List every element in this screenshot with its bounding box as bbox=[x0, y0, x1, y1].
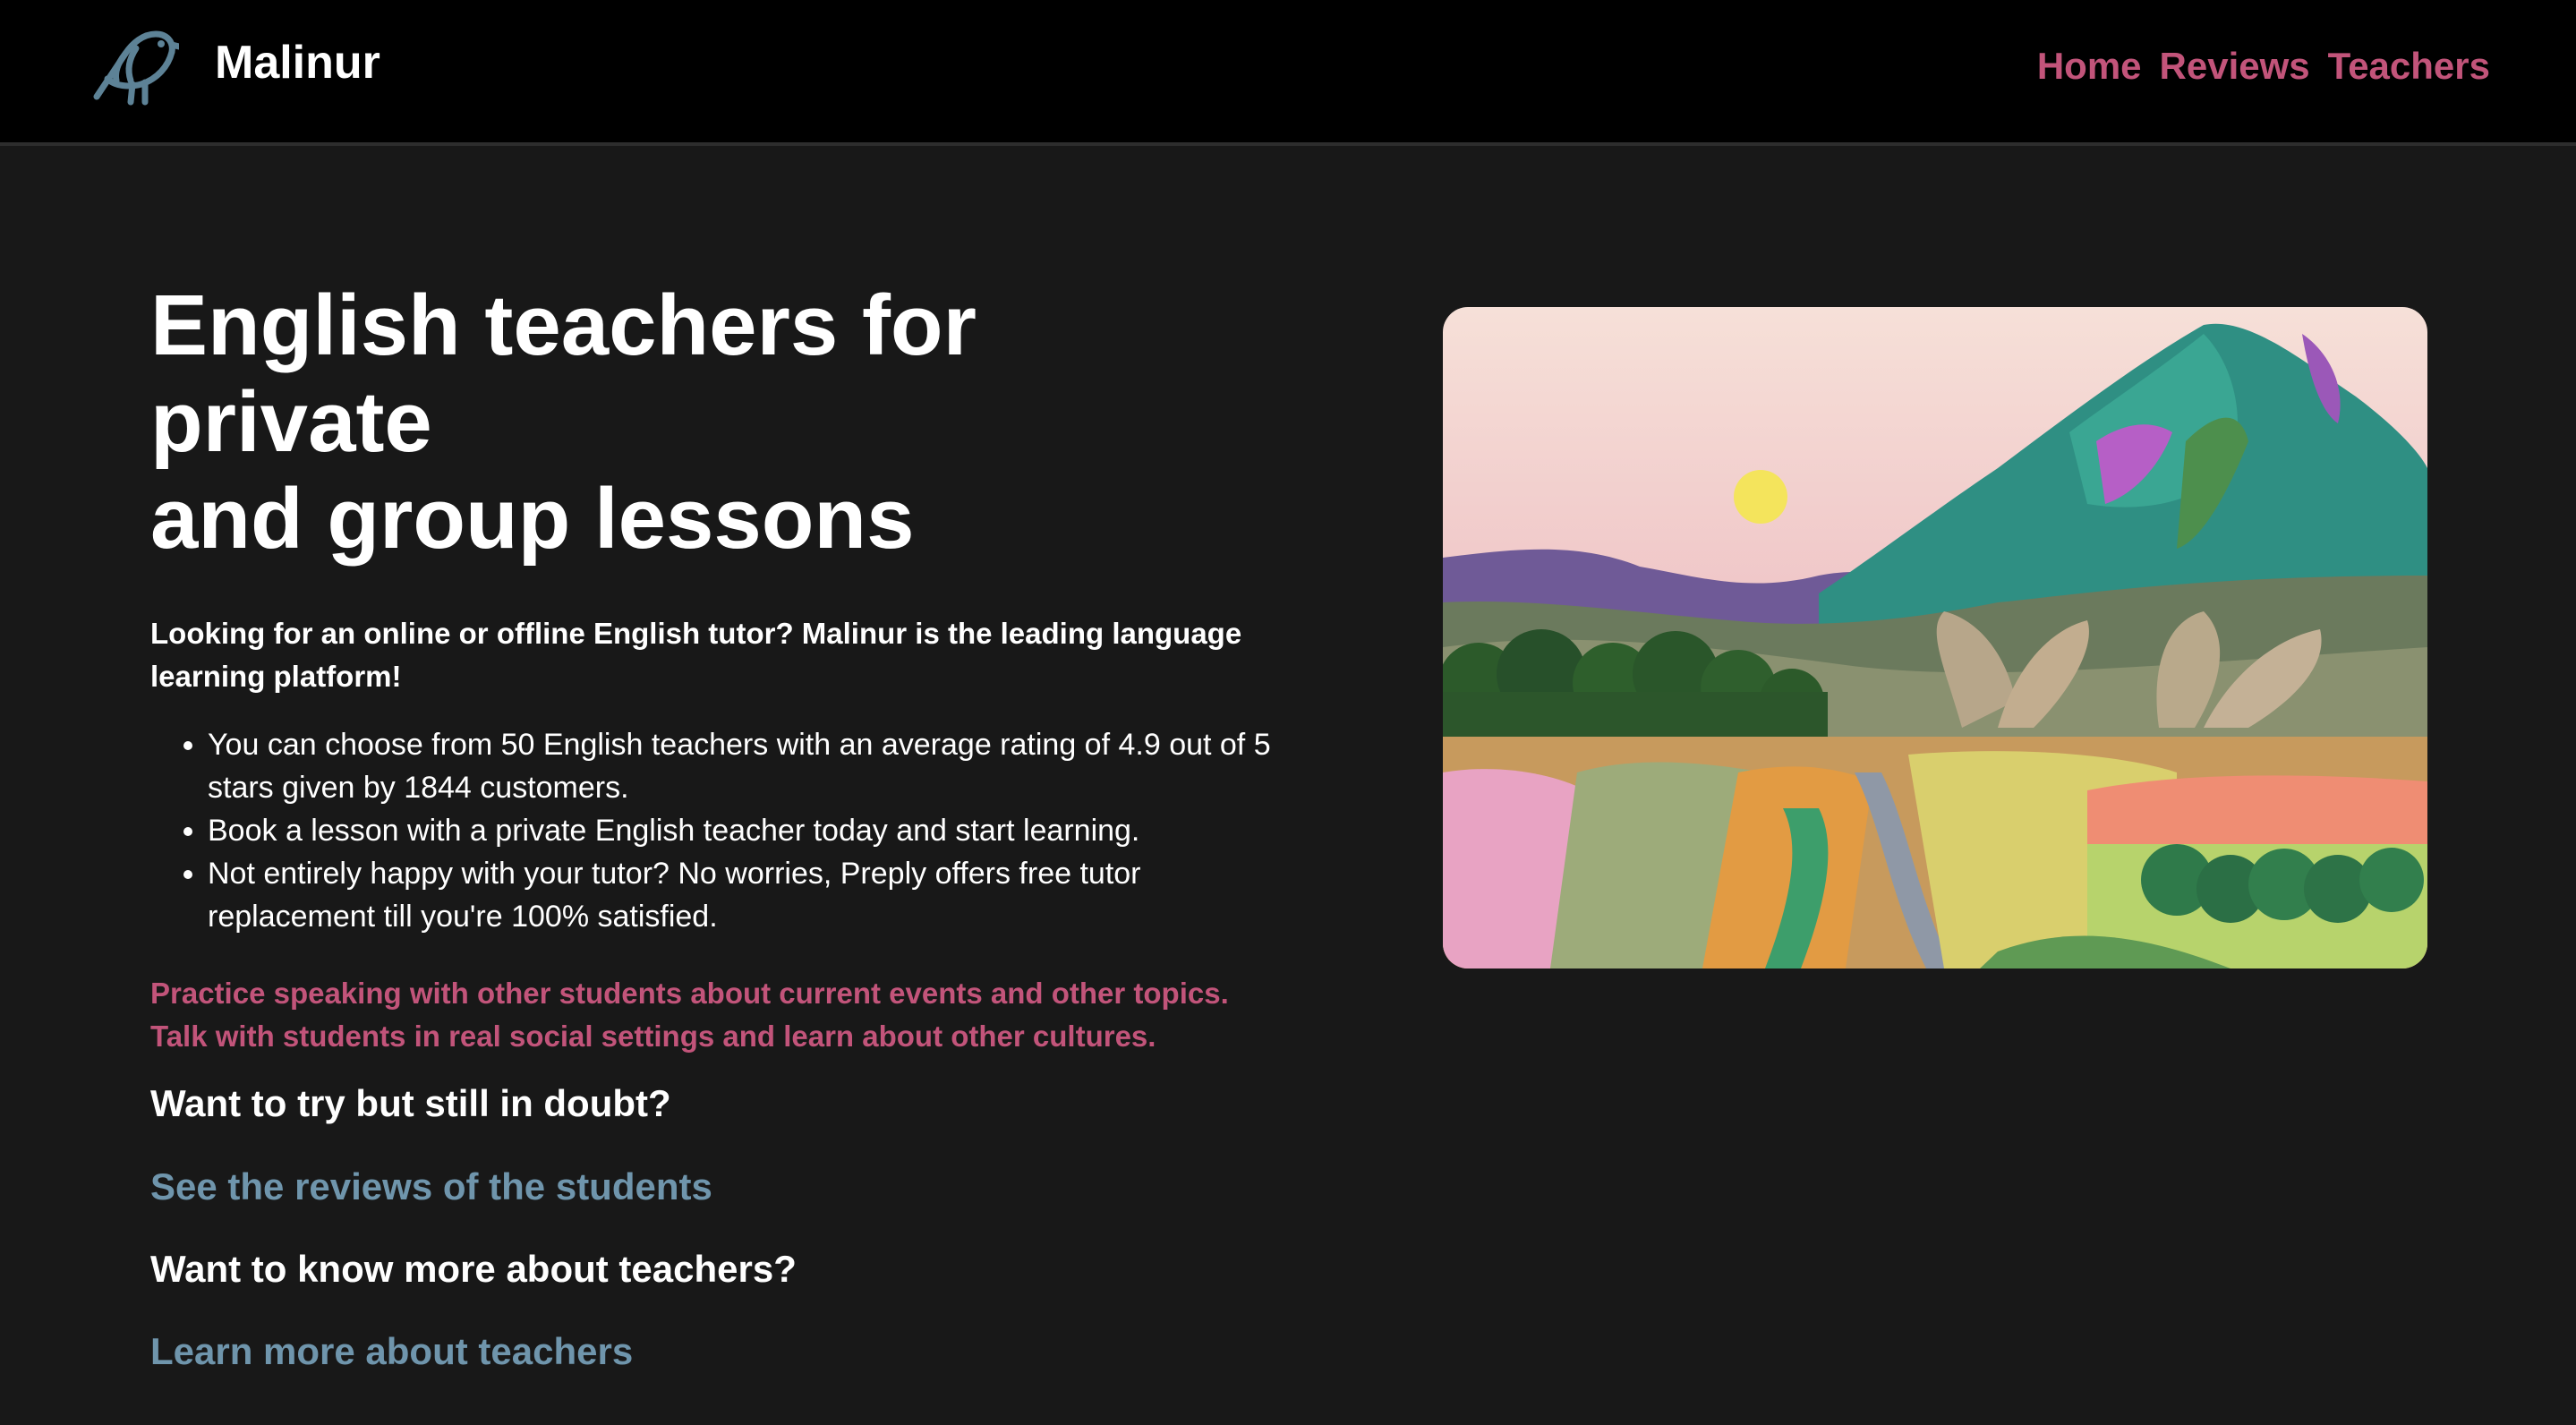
lead-paragraph: Looking for an online or offline English… bbox=[150, 617, 1242, 693]
main-nav: Home Reviews Teachers bbox=[2037, 41, 2490, 91]
title-line-2: and group lessons bbox=[150, 471, 915, 567]
nav-reviews-link[interactable]: Reviews bbox=[2160, 41, 2310, 91]
reviews-question: Want to try but still in doubt? bbox=[150, 1082, 671, 1124]
page-title: English teachers for private and group l… bbox=[150, 277, 1278, 567]
feature-item-replacement: Not entirely happy with your tutor? No w… bbox=[208, 852, 1278, 938]
reviews-link[interactable]: See the reviews of the students bbox=[150, 1162, 712, 1212]
title-line-1: English teachers for private bbox=[150, 277, 977, 470]
practice-paragraph: Practice speaking with other students ab… bbox=[150, 977, 1229, 1053]
brand-name[interactable]: Malinur bbox=[215, 34, 380, 91]
hero-text-section: English teachers for private and group l… bbox=[150, 277, 1278, 1058]
teachers-link[interactable]: Learn more about teachers bbox=[150, 1327, 633, 1377]
site-header: Malinur Home Reviews Teachers bbox=[0, 0, 2576, 146]
bird-icon[interactable] bbox=[90, 27, 179, 107]
feature-list: You can choose from 50 English teachers … bbox=[150, 723, 1278, 938]
nav-home-link[interactable]: Home bbox=[2037, 41, 2142, 91]
hero-landscape-image bbox=[1443, 307, 2427, 968]
feature-item-book: Book a lesson with a private English tea… bbox=[208, 809, 1278, 852]
feature-item-rating: You can choose from 50 English teachers … bbox=[208, 723, 1278, 809]
nav-teachers-link[interactable]: Teachers bbox=[2328, 41, 2490, 91]
teachers-question: Want to know more about teachers? bbox=[150, 1248, 797, 1290]
